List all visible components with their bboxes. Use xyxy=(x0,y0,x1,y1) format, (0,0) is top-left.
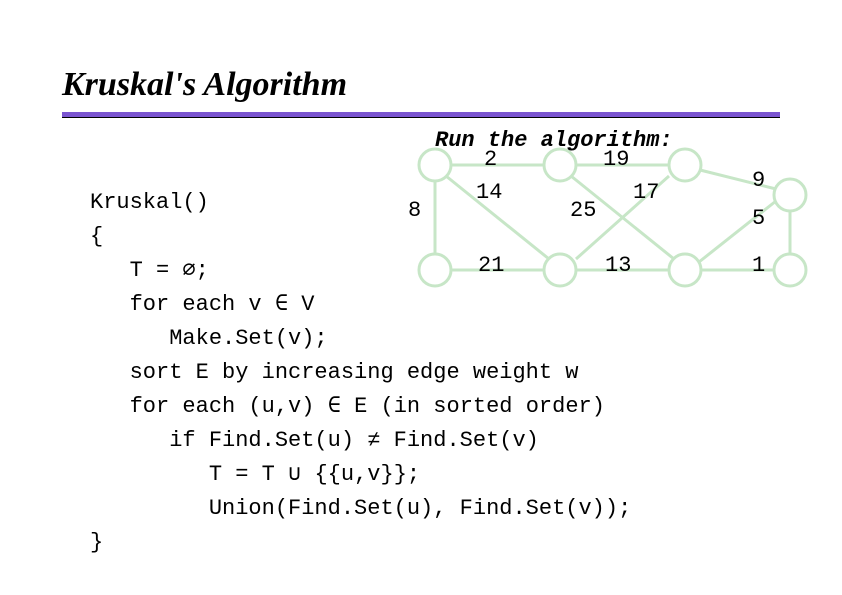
code-line: Union(Find.Set(u), Find.Set(v)); xyxy=(90,496,631,521)
slide-title: Kruskal's Algorithm xyxy=(62,66,347,104)
code-line: Make.Set(v); xyxy=(90,326,328,351)
pseudocode-block: Kruskal() { T = ∅; for each v ∈ V Make.S… xyxy=(90,152,631,560)
code-line: { xyxy=(90,224,103,249)
code-line: for each v ∈ V xyxy=(90,292,314,317)
code-line: T = ∅; xyxy=(90,258,209,283)
edge-weight: 9 xyxy=(752,168,765,193)
code-line: } xyxy=(90,530,103,555)
edge-weight: 1 xyxy=(752,253,765,278)
code-line: for each (u,v) ∈ E (in sorted order) xyxy=(90,394,605,419)
edge-weight: 21 xyxy=(478,253,504,278)
code-line: T = T ∪ {{u,v}}; xyxy=(90,462,420,487)
edge-weight: 14 xyxy=(476,180,502,205)
edge-weight: 17 xyxy=(633,180,659,205)
edge-weight: 13 xyxy=(605,253,631,278)
edge-weight: 19 xyxy=(603,147,629,172)
edge-weight: 2 xyxy=(484,147,497,172)
run-label: Run the algorithm: xyxy=(435,128,673,153)
code-line: if Find.Set(u) ≠ Find.Set(v) xyxy=(90,428,539,453)
edge-weight: 5 xyxy=(752,206,765,231)
code-line: sort E by increasing edge weight w xyxy=(90,360,578,385)
edge-weight: 25 xyxy=(570,198,596,223)
title-divider xyxy=(62,112,780,118)
edge-weight: 8 xyxy=(408,198,421,223)
code-line: Kruskal() xyxy=(90,190,209,215)
